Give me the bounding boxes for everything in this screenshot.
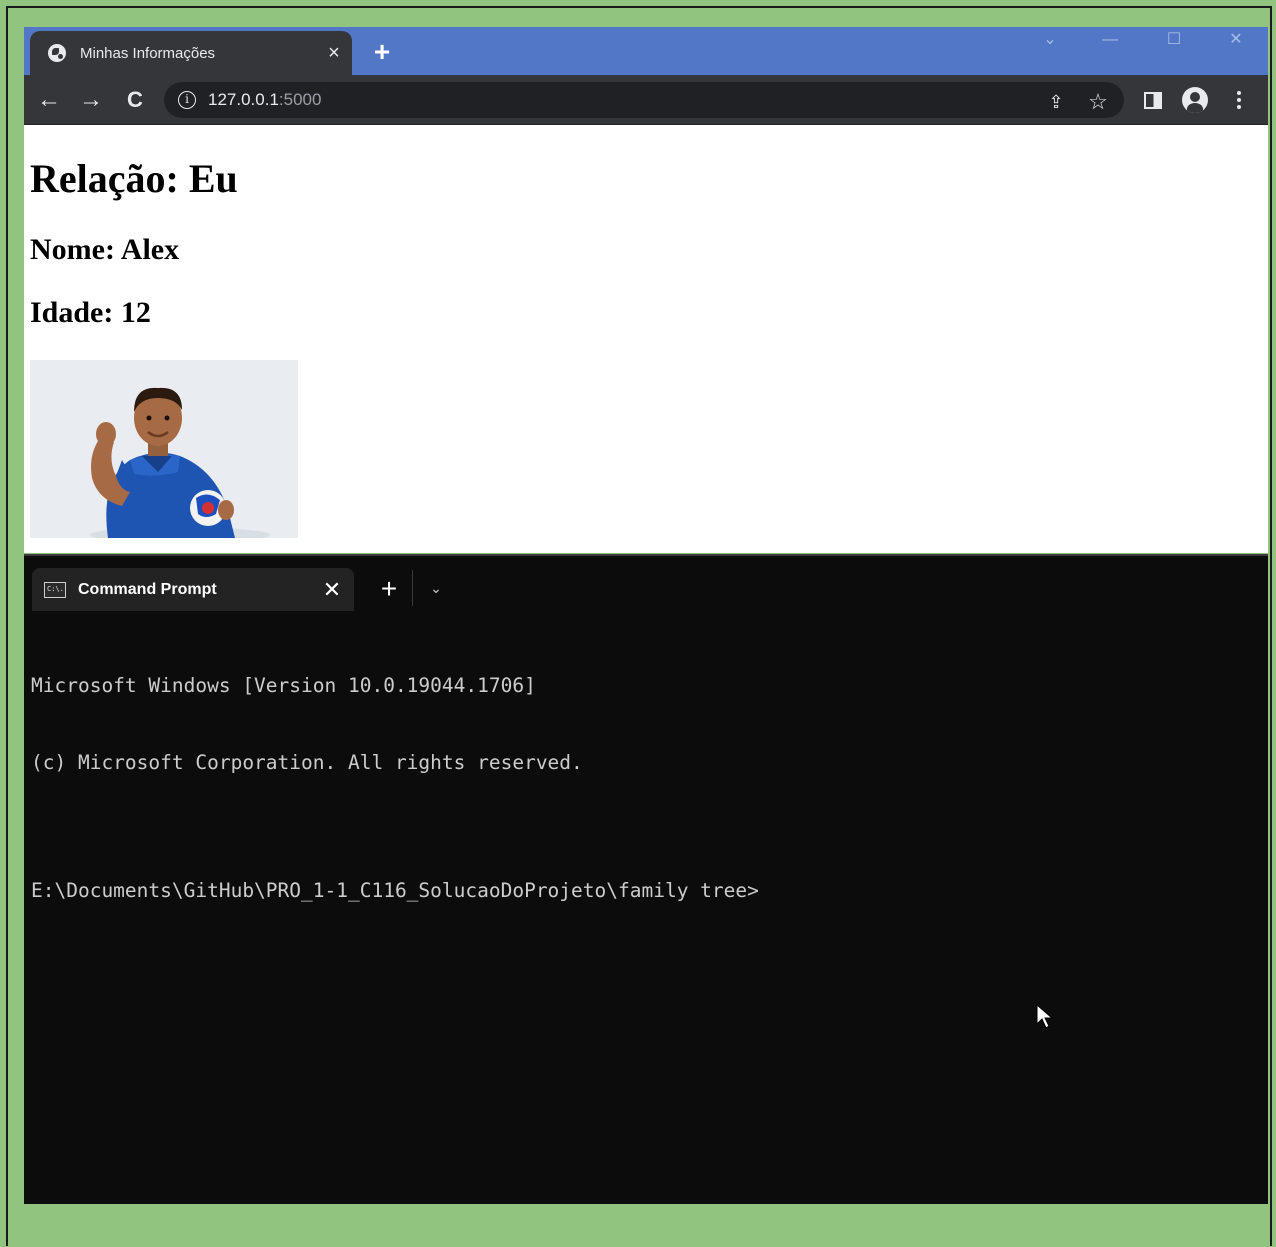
share-icon[interactable]: ⇪ — [1044, 90, 1068, 114]
bookmark-star-icon[interactable]: ☆ — [1086, 90, 1110, 114]
age-heading: Idade: 12 — [30, 296, 151, 329]
child-photo-illustration — [30, 360, 298, 543]
browser-tab[interactable]: Minhas Informações × — [30, 31, 352, 75]
close-tab-icon[interactable]: × — [316, 43, 352, 63]
maximize-button[interactable]: ☐ — [1154, 29, 1194, 51]
browser-toolbar: ← → C i 127.0.0.1:5000 ⇪ ☆ — [24, 75, 1268, 125]
browser-window: Minhas Informações × + ⌄ — ☐ ✕ ← → C i 1… — [24, 27, 1268, 553]
browser-tabstrip: Minhas Informações × + ⌄ — ☐ ✕ — [24, 27, 1268, 75]
terminal-tab-title: Command Prompt — [78, 580, 217, 598]
back-button[interactable]: ← — [34, 85, 64, 115]
close-icon[interactable]: ✕ — [310, 577, 354, 603]
terminal-prompt-line: E:\Documents\GitHub\PRO_1-1_C116_Solucao… — [31, 878, 759, 902]
web-page-content: Relação: Eu Nome: Alex Idade: 12 — [24, 125, 1268, 553]
forward-button[interactable]: → — [76, 85, 106, 115]
profile-avatar-icon[interactable] — [1182, 87, 1208, 113]
side-panel-icon[interactable] — [1144, 92, 1162, 109]
minimize-button[interactable]: — — [1090, 29, 1130, 51]
tabbar-divider — [412, 570, 413, 606]
mouse-pointer-icon — [1036, 1004, 1054, 1029]
close-window-button[interactable]: ✕ — [1216, 29, 1256, 51]
terminal-line: (c) Microsoft Corporation. All rights re… — [31, 750, 583, 774]
name-heading: Nome: Alex — [30, 233, 180, 266]
command-prompt-icon: C:\. — [44, 581, 66, 598]
browser-tab-title: Minhas Informações — [80, 44, 216, 62]
terminal-output[interactable]: Microsoft Windows [Version 10.0.19044.17… — [31, 622, 759, 955]
kebab-menu-icon[interactable] — [1234, 87, 1244, 113]
info-icon[interactable]: i — [178, 91, 196, 109]
terminal-window: C:\. Command Prompt ✕ + ⌄ Microsoft Wind… — [24, 554, 1268, 1204]
child-photo — [30, 360, 298, 543]
terminal-tabbar: C:\. Command Prompt ✕ + ⌄ — [24, 556, 1268, 611]
terminal-line: Microsoft Windows [Version 10.0.19044.17… — [31, 674, 536, 698]
globe-icon — [48, 44, 66, 62]
url-host: 127.0.0.1 — [208, 90, 279, 109]
chevron-down-icon[interactable]: ⌄ — [426, 576, 446, 600]
tab-search-icon[interactable]: ⌄ — [1030, 29, 1070, 51]
terminal-tab[interactable]: C:\. Command Prompt ✕ — [32, 568, 354, 611]
address-bar[interactable]: i 127.0.0.1:5000 ⇪ ☆ — [164, 82, 1124, 118]
relation-heading: Relação: Eu — [30, 156, 238, 201]
new-tab-button[interactable]: + — [368, 38, 396, 67]
new-terminal-tab-button[interactable]: + — [376, 574, 402, 604]
url-port: :5000 — [278, 90, 322, 109]
reload-button[interactable]: C — [120, 85, 150, 115]
